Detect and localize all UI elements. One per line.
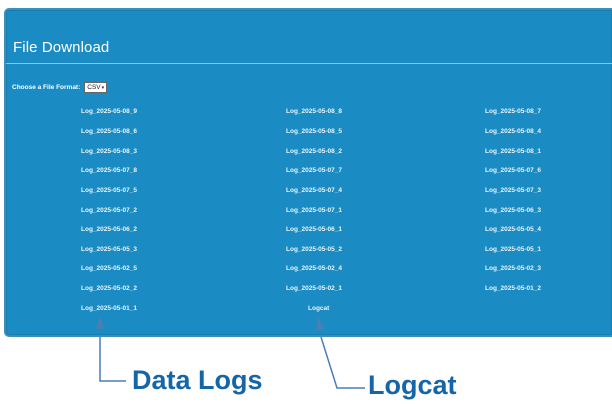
annotated-screenshot: File Download Choose a File Format: CSV …: [0, 0, 612, 404]
log-file-link[interactable]: Log_2025-05-07_8: [81, 167, 137, 174]
log-file-link[interactable]: Log_2025-05-07_2: [81, 207, 137, 214]
log-file-link[interactable]: Log_2025-05-07_1: [286, 207, 342, 214]
log-file-link[interactable]: Log_2025-05-02_1: [286, 285, 342, 292]
log-file-link[interactable]: Log_2025-05-08_4: [485, 128, 541, 135]
logcat-callout: Logcat: [368, 370, 457, 400]
log-file-link[interactable]: Log_2025-05-01_2: [485, 285, 541, 292]
data-logs-pointer-line: [99, 337, 126, 382]
log-file-link[interactable]: Log_2025-05-08_7: [485, 108, 541, 115]
log-file-link[interactable]: Log_2025-05-07_5: [81, 187, 137, 194]
log-file-link[interactable]: Log_2025-05-07_7: [286, 167, 342, 174]
log-file-link[interactable]: Log_2025-05-06_1: [286, 226, 342, 233]
log-file-link[interactable]: Log_2025-05-06_3: [485, 207, 541, 214]
file-download-panel: File Download Choose a File Format: CSV …: [4, 8, 612, 337]
log-file-link[interactable]: Log_2025-05-05_3: [81, 246, 137, 253]
log-file-link[interactable]: Log_2025-05-08_9: [81, 108, 137, 115]
log-file-link[interactable]: Log_2025-05-05_2: [286, 246, 342, 253]
log-file-link[interactable]: Log_2025-05-08_6: [81, 128, 137, 135]
log-file-link[interactable]: Log_2025-05-07_4: [286, 187, 342, 194]
log-file-link[interactable]: Log_2025-05-01_1: [81, 305, 137, 312]
log-file-link[interactable]: Log_2025-05-02_3: [485, 265, 541, 272]
log-file-link[interactable]: Log_2025-05-05_4: [485, 226, 541, 233]
log-file-link[interactable]: Log_2025-05-08_3: [81, 148, 137, 155]
log-file-link[interactable]: Log_2025-05-02_2: [81, 285, 137, 292]
log-file-link[interactable]: Log_2025-05-06_2: [81, 226, 137, 233]
log-file-link[interactable]: Log_2025-05-08_8: [286, 108, 342, 115]
log-file-grid: Log_2025-05-08_9 Log_2025-05-08_6 Log_20…: [6, 10, 612, 335]
log-file-link[interactable]: Log_2025-05-02_4: [286, 265, 342, 272]
log-file-link[interactable]: Log_2025-05-08_5: [286, 128, 342, 135]
logcat-link[interactable]: Logcat: [308, 305, 329, 312]
log-file-link[interactable]: Log_2025-05-08_1: [485, 148, 541, 155]
logcat-pointer-line: [320, 336, 365, 389]
data-logs-callout: Data Logs: [132, 365, 263, 395]
log-file-link[interactable]: Log_2025-05-07_3: [485, 187, 541, 194]
log-file-link[interactable]: Log_2025-05-08_2: [286, 148, 342, 155]
log-file-link[interactable]: Log_2025-05-05_1: [485, 246, 541, 253]
log-file-link[interactable]: Log_2025-05-02_5: [81, 265, 137, 272]
log-file-link[interactable]: Log_2025-05-07_6: [485, 167, 541, 174]
